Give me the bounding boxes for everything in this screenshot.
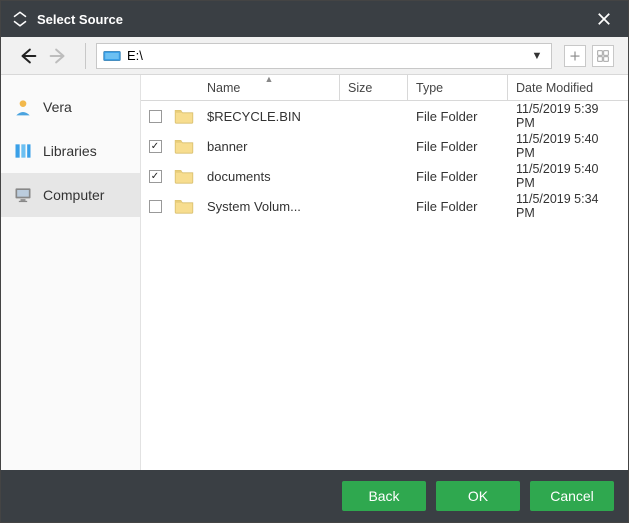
path-combobox[interactable]: E:\ ▼: [96, 43, 552, 69]
folder-icon: [169, 168, 199, 184]
sidebar-item-label: Computer: [43, 187, 104, 203]
cell-name: banner: [199, 139, 340, 154]
cell-type: File Folder: [408, 139, 508, 154]
forward-arrow-icon[interactable]: [45, 43, 71, 69]
folder-icon: [169, 198, 199, 214]
sidebar: Vera Libraries Computer: [1, 75, 141, 470]
cell-type: File Folder: [408, 199, 508, 214]
select-source-dialog: Select Source E:\ ▼: [0, 0, 629, 523]
header-size[interactable]: Size: [340, 75, 408, 100]
cell-date: 11/5/2019 5:39 PM: [508, 102, 628, 130]
user-icon: [13, 97, 33, 117]
back-button[interactable]: Back: [342, 481, 426, 511]
ok-button[interactable]: OK: [436, 481, 520, 511]
sidebar-item-computer[interactable]: Computer: [1, 173, 140, 217]
table-row[interactable]: ✓ documents File Folder11/5/2019 5:40 PM: [141, 161, 628, 191]
footer: Back OK Cancel: [1, 470, 628, 522]
sidebar-item-vera[interactable]: Vera: [1, 85, 140, 129]
body: Vera Libraries Computer ▲: [1, 75, 628, 470]
cell-name: documents: [199, 169, 340, 184]
back-arrow-icon[interactable]: [15, 43, 41, 69]
toolbar: E:\ ▼: [1, 37, 628, 75]
header-type[interactable]: Type: [408, 75, 508, 100]
view-mode-icon[interactable]: [592, 45, 614, 67]
cell-type: File Folder: [408, 169, 508, 184]
path-text: E:\: [127, 48, 523, 63]
sidebar-item-label: Vera: [43, 99, 72, 115]
libraries-icon: [13, 141, 33, 161]
row-checkbox[interactable]: ✓: [149, 140, 162, 153]
toolbar-separator: [85, 43, 86, 69]
cell-type: File Folder: [408, 109, 508, 124]
table-row[interactable]: System Volum... File Folder11/5/2019 5:34…: [141, 191, 628, 221]
header-name[interactable]: ▲ Name: [199, 75, 340, 100]
dropdown-icon[interactable]: ▼: [529, 50, 545, 62]
folder-icon: [169, 138, 199, 154]
new-folder-icon[interactable]: [564, 45, 586, 67]
sidebar-item-label: Libraries: [43, 143, 97, 159]
cancel-button[interactable]: Cancel: [530, 481, 614, 511]
header-check[interactable]: [141, 75, 169, 100]
list-header: ▲ Name Size Type Date Modified: [141, 75, 628, 101]
dialog-title: Select Source: [37, 12, 590, 27]
table-row[interactable]: $RECYCLE.BIN File Folder11/5/2019 5:39 PM: [141, 101, 628, 131]
file-list: ▲ Name Size Type Date Modified $RECYCLE.…: [141, 75, 628, 470]
app-icon: [11, 10, 29, 28]
list-rows: $RECYCLE.BINFile Folder11/5/2019 5:39 PM…: [141, 101, 628, 470]
row-checkbox[interactable]: [149, 110, 162, 123]
titlebar: Select Source: [1, 1, 628, 37]
folder-icon: [169, 108, 199, 124]
row-checkbox[interactable]: ✓: [149, 170, 162, 183]
close-button[interactable]: [590, 5, 618, 33]
cell-date: 11/5/2019 5:40 PM: [508, 162, 628, 190]
table-row[interactable]: ✓ banner File Folder11/5/2019 5:40 PM: [141, 131, 628, 161]
sort-asc-icon: ▲: [265, 74, 274, 84]
sidebar-item-libraries[interactable]: Libraries: [1, 129, 140, 173]
row-checkbox[interactable]: [149, 200, 162, 213]
computer-icon: [13, 185, 33, 205]
header-icon-gap: [169, 75, 199, 100]
drive-icon: [103, 49, 121, 63]
cell-date: 11/5/2019 5:40 PM: [508, 132, 628, 160]
cell-date: 11/5/2019 5:34 PM: [508, 192, 628, 220]
cell-name: System Volum...: [199, 199, 340, 214]
cell-name: $RECYCLE.BIN: [199, 109, 340, 124]
header-date[interactable]: Date Modified: [508, 75, 628, 100]
